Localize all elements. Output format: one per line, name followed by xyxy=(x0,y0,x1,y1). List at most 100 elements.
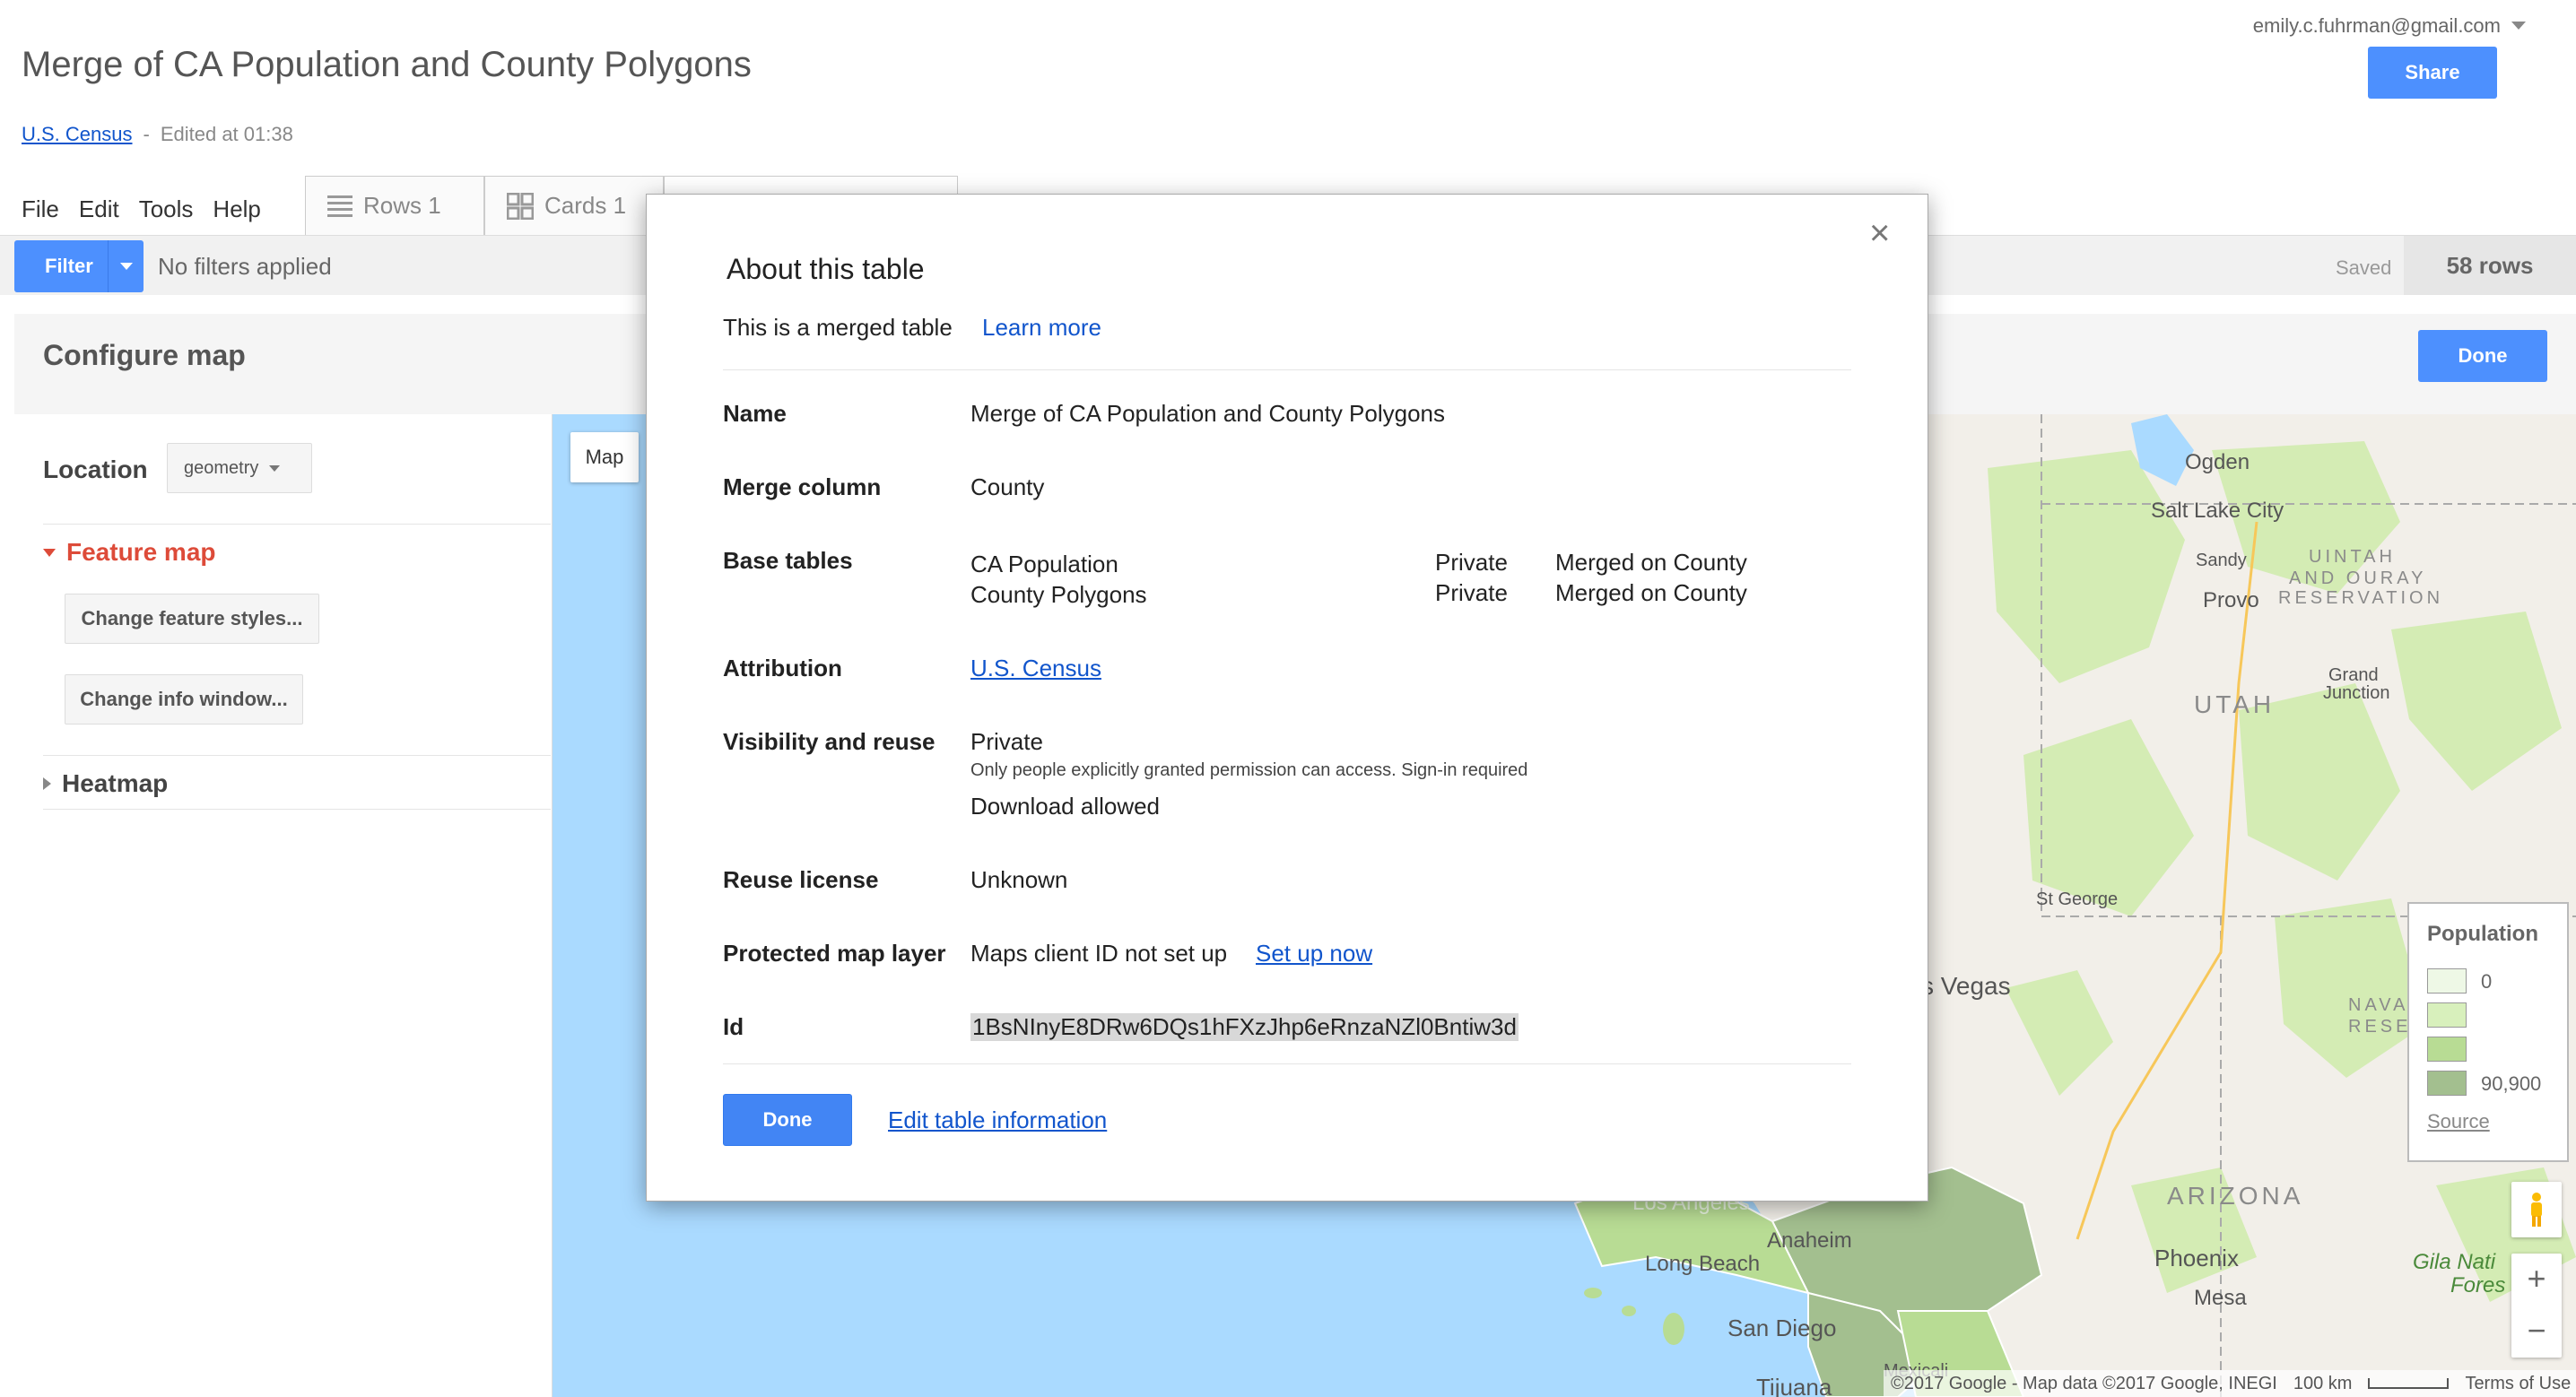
legend-swatch xyxy=(2427,968,2467,994)
map-type-button[interactable]: Map xyxy=(570,432,639,482)
visibility-note: Only people explicitly granted permissio… xyxy=(970,760,1528,780)
change-info-window-button[interactable]: Change info window... xyxy=(65,674,303,725)
city-label: Salt Lake City xyxy=(2151,499,2284,523)
filter-dropdown[interactable] xyxy=(108,240,144,292)
meta-separator: - xyxy=(143,123,150,145)
region-label: ARIZONA xyxy=(2167,1182,2304,1210)
menu-help[interactable]: Help xyxy=(213,195,260,223)
reuse-license-value: Unknown xyxy=(970,866,1068,893)
menu-bar: File Edit Tools Help xyxy=(22,195,261,223)
protected-layer-label: Protected map layer xyxy=(723,940,946,967)
terms-link[interactable]: Terms of Use xyxy=(2465,1374,2571,1394)
account-caret-icon[interactable] xyxy=(2511,22,2526,30)
map-scale-label: 100 km xyxy=(2293,1373,2353,1393)
zoom-in-button[interactable]: + xyxy=(2511,1254,2562,1304)
location-select[interactable]: geometry xyxy=(167,443,312,493)
attribution-value-link[interactable]: U.S. Census xyxy=(970,655,1101,682)
city-label: Junction xyxy=(2323,683,2390,703)
sidebar-divider xyxy=(43,755,551,756)
sidebar-divider xyxy=(43,809,551,810)
region-label: RESE xyxy=(2348,1017,2412,1037)
merge-column-label: Merge column xyxy=(723,473,882,500)
menu-file[interactable]: File xyxy=(22,195,59,223)
visibility-label: Visibility and reuse xyxy=(723,728,936,755)
table-id-value[interactable]: 1BsNInyE8DRw6DQs1hFXzJhp6eRnzaNZl0Bntiw3… xyxy=(970,1013,1519,1041)
city-label: Anaheim xyxy=(1767,1228,1852,1253)
rows-icon xyxy=(327,195,352,217)
save-status: Saved xyxy=(2336,256,2392,279)
city-label: St George xyxy=(2036,889,2119,909)
region-label: Gila Nati xyxy=(2413,1250,2496,1274)
city-label: Phoenix xyxy=(2154,1245,2239,1271)
tab-cards-label: Cards 1 xyxy=(544,192,627,219)
city-label: Tijuana xyxy=(1756,1374,1832,1397)
about-table-dialog xyxy=(646,194,1928,1202)
attribution-label: Attribution xyxy=(723,655,842,681)
configure-map-title: Configure map xyxy=(43,339,246,371)
zoom-out-button[interactable]: − xyxy=(2511,1306,2562,1356)
document-title: Merge of CA Population and County Polygo… xyxy=(22,45,752,84)
filter-button-label: Filter xyxy=(45,255,93,277)
legend-swatch xyxy=(2427,1002,2467,1028)
merge-column-value: County xyxy=(970,473,1045,500)
learn-more-link[interactable]: Learn more xyxy=(982,314,1101,342)
dialog-divider xyxy=(723,369,1851,370)
menu-edit[interactable]: Edit xyxy=(79,195,119,223)
location-label: Location xyxy=(43,456,148,483)
chevron-down-icon xyxy=(269,464,281,472)
cards-icon xyxy=(507,192,534,220)
dialog-subtitle: This is a merged table xyxy=(723,314,953,341)
reuse-license-label: Reuse license xyxy=(723,866,879,893)
chevron-down-icon xyxy=(119,263,133,270)
region-label: Fores xyxy=(2450,1273,2506,1297)
legend-swatch xyxy=(2427,1037,2467,1062)
sidebar-divider xyxy=(43,524,551,525)
street-view-pegman-icon[interactable] xyxy=(2511,1182,2562,1237)
heatmap-toggle[interactable]: Heatmap xyxy=(43,769,168,798)
region-label: RESERVATION xyxy=(2278,588,2444,608)
attribution-link[interactable]: U.S. Census xyxy=(22,123,133,145)
id-label: Id xyxy=(723,1013,744,1040)
city-label: San Diego xyxy=(1727,1315,1837,1341)
city-label: Sandy xyxy=(2196,551,2247,570)
protected-layer-value: Maps client ID not set up xyxy=(970,940,1228,967)
base-table-merge: Merged on County xyxy=(1555,579,1747,606)
city-label: s Vegas xyxy=(1921,972,2011,1000)
visibility-value: Private xyxy=(970,728,1043,755)
tab-cards[interactable]: Cards 1 xyxy=(484,176,664,235)
legend-source-link[interactable]: Source xyxy=(2427,1110,2490,1133)
feature-map-toggle[interactable]: Feature map xyxy=(43,538,216,567)
change-feature-styles-button[interactable]: Change feature styles... xyxy=(65,594,319,644)
legend-title: Population xyxy=(2427,922,2538,946)
location-select-value: geometry xyxy=(184,457,259,478)
close-icon[interactable]: × xyxy=(1869,215,1890,251)
document-meta: U.S. Census - Edited at 01:38 xyxy=(22,123,293,146)
edit-table-info-link[interactable]: Edit table information xyxy=(888,1106,1107,1134)
collapse-triangle-icon xyxy=(43,777,51,790)
city-label: Long Beach xyxy=(1645,1252,1761,1276)
expand-triangle-icon xyxy=(43,548,56,557)
configure-done-button[interactable]: Done xyxy=(2418,330,2547,382)
share-button[interactable]: Share xyxy=(2368,47,2497,99)
zoom-controls: + − xyxy=(2511,1254,2562,1358)
name-value: Merge of CA Population and County Polygo… xyxy=(970,400,1446,427)
legend-value: 0 xyxy=(2481,970,2493,993)
filter-button[interactable]: Filter xyxy=(14,240,144,292)
legend-value: 90,900 xyxy=(2481,1072,2542,1095)
base-table-link[interactable]: County Polygons xyxy=(970,581,1147,609)
map-copyright: ©2017 Google - Map data ©2017 Google, IN… xyxy=(1891,1373,2277,1393)
base-table-link[interactable]: CA Population xyxy=(970,551,1118,578)
download-value: Download allowed xyxy=(970,793,1161,820)
set-up-now-link[interactable]: Set up now xyxy=(1256,940,1372,967)
dialog-title: About this table xyxy=(727,253,925,285)
city-label: Mesa xyxy=(2194,1286,2247,1310)
feature-map-label: Feature map xyxy=(66,538,216,566)
tab-rows-label: Rows 1 xyxy=(363,192,441,219)
tab-rows[interactable]: Rows 1 xyxy=(305,176,484,235)
base-table-visibility: Private xyxy=(1435,549,1508,576)
dialog-done-button[interactable]: Done xyxy=(723,1094,852,1146)
account-email[interactable]: emily.c.fuhrman@gmail.com xyxy=(2253,14,2501,38)
city-label: Provo xyxy=(2203,588,2259,612)
menu-tools[interactable]: Tools xyxy=(139,195,194,223)
region-label: AND OURAY xyxy=(2289,568,2427,588)
